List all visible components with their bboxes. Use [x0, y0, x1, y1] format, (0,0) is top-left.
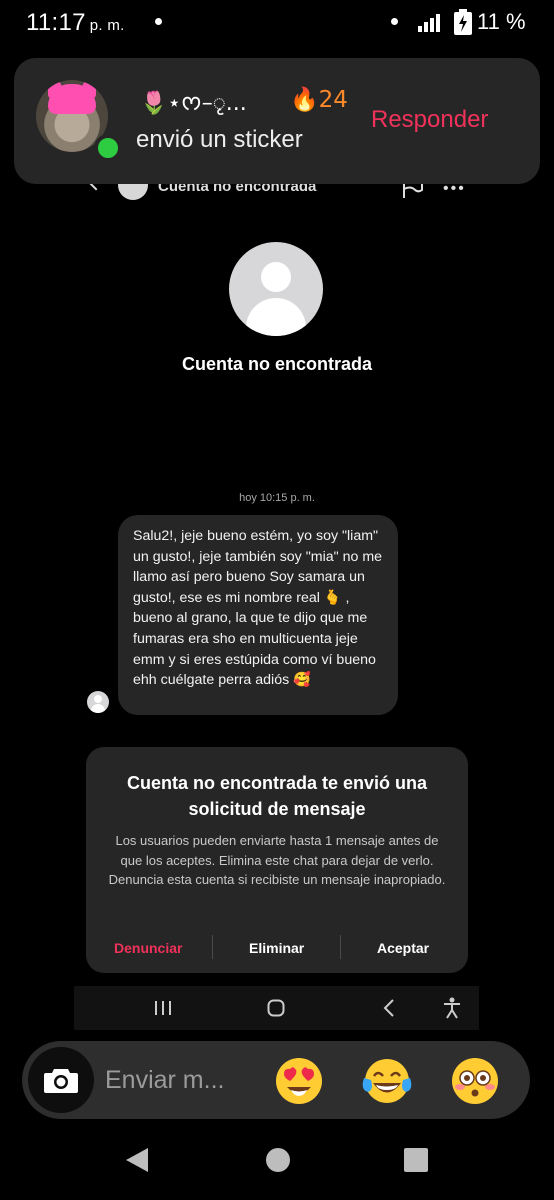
recents-icon[interactable]	[403, 1147, 429, 1173]
home-icon[interactable]	[267, 999, 285, 1017]
reply-button[interactable]: Responder	[371, 106, 488, 134]
tears-of-joy-emoji[interactable]	[362, 1056, 412, 1106]
flushed-emoji[interactable]	[450, 1056, 500, 1106]
message-request-card: Cuenta no encontrada te envió una solici…	[86, 747, 468, 973]
message-input[interactable]: Enviar m...	[105, 1066, 224, 1095]
request-description: Los usuarios pueden enviarte hasta 1 men…	[108, 833, 446, 887]
status-bar: 11:17 p. m. 11 %	[0, 0, 554, 44]
inner-navigation-bar	[74, 986, 479, 1030]
notification-dot-icon	[391, 18, 398, 25]
delete-button[interactable]: Eliminar	[249, 940, 304, 956]
message-bubble[interactable]: Salu2!, jeje bueno estém, yo soy "liam" …	[118, 515, 398, 715]
back-icon[interactable]	[383, 999, 395, 1017]
streak-count: 🔥24	[290, 87, 348, 113]
camera-icon	[44, 1069, 78, 1093]
message-timestamp: hoy 10:15 p. m.	[239, 492, 315, 504]
online-indicator	[94, 134, 122, 162]
profile-name: Cuenta no encontrada	[181, 354, 373, 374]
status-time: 11:17 p. m.	[26, 9, 125, 36]
notification-text: envió un sticker	[136, 126, 303, 153]
back-icon[interactable]	[124, 1146, 150, 1174]
profile-avatar[interactable]	[229, 242, 323, 336]
accessibility-icon[interactable]	[443, 997, 461, 1019]
message-avatar[interactable]	[87, 691, 109, 713]
sender-name: 🌷⋆ᰔ–ृ...	[140, 91, 247, 116]
notification-dot-icon	[155, 18, 162, 25]
system-navigation-bar	[0, 1120, 554, 1200]
home-icon[interactable]	[265, 1147, 291, 1173]
accept-button[interactable]: Aceptar	[377, 940, 429, 956]
divider	[340, 935, 341, 959]
report-button[interactable]: Denunciar	[114, 940, 182, 956]
recents-icon[interactable]	[154, 1000, 172, 1016]
battery-percent: 11 %	[477, 9, 526, 34]
battery-charging-icon	[454, 9, 472, 35]
divider	[212, 935, 213, 959]
camera-button[interactable]	[28, 1047, 94, 1113]
heart-eyes-emoji[interactable]	[274, 1056, 324, 1106]
notification-banner[interactable]: 🌷⋆ᰔ–ृ... 🔥24 envió un sticker Responder	[14, 58, 540, 184]
signal-icon	[418, 14, 440, 32]
request-title: Cuenta no encontrada te envió una solici…	[126, 773, 428, 819]
message-composer[interactable]: Enviar m...	[22, 1041, 530, 1119]
